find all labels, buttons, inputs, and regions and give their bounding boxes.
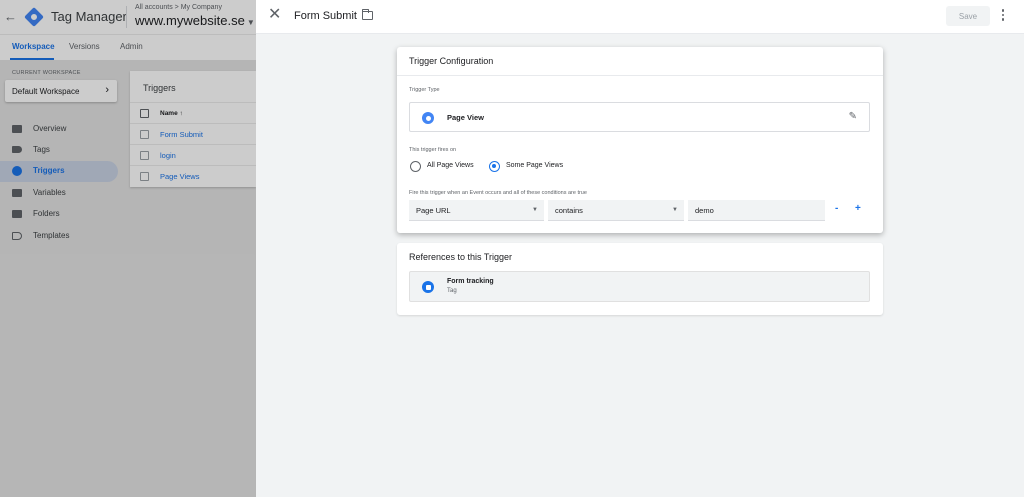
workspace-name: Default Workspace	[12, 87, 80, 96]
trigger-type-caption: Trigger Type	[409, 87, 440, 93]
fires-on-caption: This trigger fires on	[409, 147, 457, 153]
folder-icon	[12, 210, 22, 218]
app-title: Tag Manager	[51, 9, 127, 24]
radio-label: Some Page Views	[506, 162, 564, 169]
trigger-name-title[interactable]: Form Submit	[294, 10, 357, 22]
trigger-editor-panel: ✕ Form Submit Save Trigger Configuration…	[256, 0, 1024, 497]
caret-down-icon: ▼	[672, 207, 678, 213]
divider	[126, 6, 127, 28]
sidebar-item-label: Variables	[33, 188, 66, 197]
pencil-edit-icon[interactable]: ✎	[849, 111, 857, 122]
sidebar-item-label: Triggers	[33, 166, 65, 175]
overview-icon	[12, 125, 22, 133]
row-checkbox[interactable]	[140, 130, 149, 139]
caret-down-icon: ▼	[246, 18, 255, 27]
trigger-link[interactable]: login	[160, 151, 176, 160]
trigger-icon	[12, 166, 22, 176]
chevron-right-icon: ›	[105, 84, 109, 96]
active-tab-indicator	[10, 58, 54, 60]
page-view-icon	[422, 112, 434, 124]
sidebar-item-overview[interactable]: Overview	[0, 119, 118, 140]
trigger-configuration-card[interactable]: Trigger Configuration Trigger Type Page …	[397, 47, 883, 233]
reference-name: Form tracking	[447, 278, 494, 285]
background-app: ← Tag Manager All accounts > My Company …	[0, 0, 256, 497]
table-row[interactable]: login	[130, 144, 256, 165]
template-icon	[12, 232, 22, 240]
radio-label: All Page Views	[427, 162, 474, 169]
workspace-caption: CURRENT WORKSPACE	[12, 70, 81, 76]
radio-checked-icon	[489, 161, 500, 172]
tab-admin[interactable]: Admin	[120, 42, 143, 51]
sidebar-item-triggers[interactable]: Triggers	[0, 161, 118, 182]
condition-operator-select[interactable]: contains ▼	[548, 200, 684, 221]
condition-variable-select[interactable]: Page URL ▼	[409, 200, 544, 221]
sidebar-item-tags[interactable]: Tags	[0, 140, 118, 161]
save-button[interactable]: Save	[946, 6, 990, 26]
tab-versions[interactable]: Versions	[69, 42, 100, 51]
row-checkbox[interactable]	[140, 151, 149, 160]
panel-header: ✕ Form Submit Save	[256, 0, 1024, 34]
condition-value-field[interactable]	[688, 200, 825, 221]
folder-icon[interactable]	[361, 9, 373, 20]
condition-value-input[interactable]	[695, 204, 815, 217]
triggers-list-panel: Triggers Name ↑ Form Submit login Page V…	[130, 71, 256, 187]
workspace-selector[interactable]: Default Workspace ›	[5, 80, 117, 102]
sidebar-item-templates[interactable]: Templates	[0, 226, 118, 247]
remove-condition-button[interactable]: -	[835, 203, 838, 214]
card-title: Trigger Configuration	[409, 56, 494, 66]
tag-icon	[422, 281, 434, 293]
caret-down-icon: ▼	[532, 207, 538, 213]
table-row[interactable]: Page Views	[130, 165, 256, 186]
radio-unchecked-icon	[410, 161, 421, 172]
tab-workspace[interactable]: Workspace	[12, 42, 55, 51]
account-breadcrumb[interactable]: All accounts > My Company	[135, 4, 222, 11]
tag-icon	[12, 146, 22, 153]
container-selector[interactable]: www.mywebsite.se ▼	[135, 13, 255, 28]
sidebar-item-label: Templates	[33, 231, 70, 240]
top-bar: ← Tag Manager All accounts > My Company …	[0, 0, 256, 34]
condition-caption: Fire this trigger when an Event occurs a…	[409, 190, 587, 196]
add-condition-button[interactable]: +	[855, 203, 861, 214]
sidebar-item-folders[interactable]: Folders	[0, 204, 118, 225]
table-row[interactable]: Form Submit	[130, 123, 256, 144]
reference-type: Tag	[447, 288, 457, 294]
name-column-header[interactable]: Name ↑	[160, 110, 183, 117]
sidebar-item-label: Tags	[33, 145, 50, 154]
container-name: www.mywebsite.se	[135, 13, 245, 28]
card-title: References to this Trigger	[409, 252, 513, 262]
trigger-type-name: Page View	[447, 113, 484, 122]
tag-manager-logo-icon	[24, 7, 44, 27]
more-options-icon[interactable]	[1000, 9, 1006, 23]
divider	[397, 75, 883, 76]
row-checkbox[interactable]	[140, 172, 149, 181]
trigger-type-box[interactable]: Page View ✎	[409, 102, 870, 132]
close-icon[interactable]: ✕	[268, 7, 281, 23]
variables-icon	[12, 189, 22, 197]
triggers-panel-title: Triggers	[143, 83, 176, 93]
nav-tabs: Workspace Versions Admin	[0, 34, 256, 60]
select-all-checkbox[interactable]	[140, 109, 149, 118]
back-arrow-icon[interactable]: ←	[4, 9, 17, 24]
condition-operator: contains	[555, 206, 583, 215]
trigger-link[interactable]: Form Submit	[160, 130, 203, 139]
references-card: References to this Trigger Form tracking…	[397, 243, 883, 315]
sidebar-item-variables[interactable]: Variables	[0, 183, 118, 204]
trigger-link[interactable]: Page Views	[160, 172, 199, 181]
sidebar-item-label: Overview	[33, 124, 67, 133]
condition-variable: Page URL	[416, 206, 451, 215]
reference-item[interactable]: Form tracking Tag	[409, 271, 870, 302]
table-header-row: Name ↑	[130, 102, 256, 123]
sidebar-item-label: Folders	[33, 209, 60, 218]
